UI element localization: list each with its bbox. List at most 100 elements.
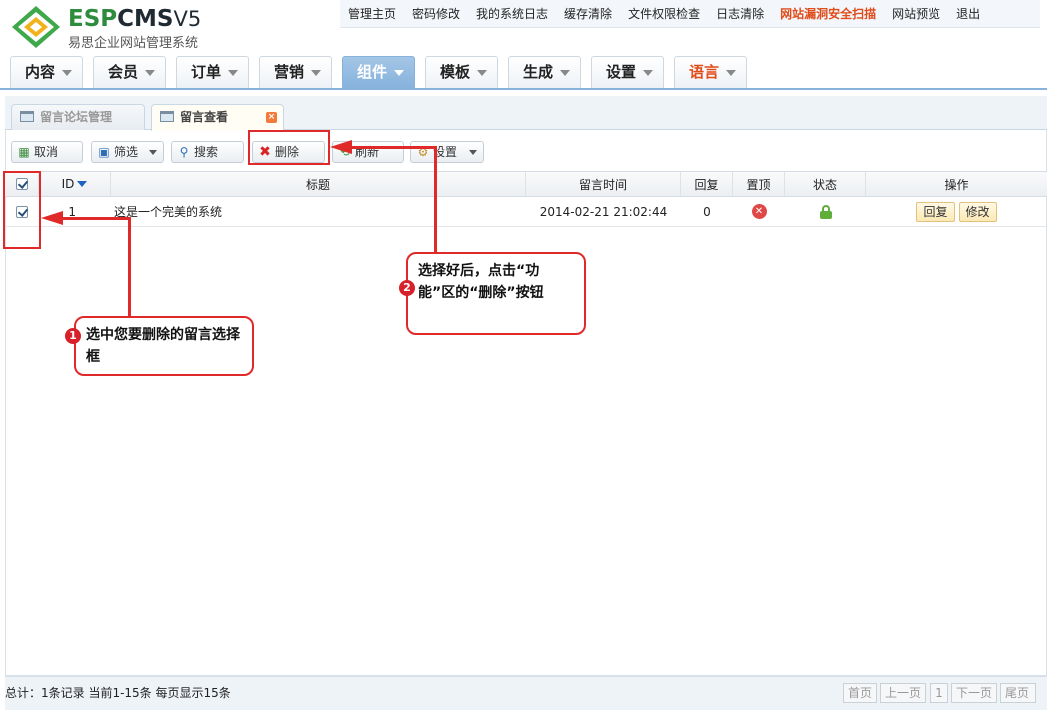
menu-tab-label: 订单	[191, 63, 222, 81]
row-top-cell: ✕	[733, 197, 785, 226]
top-link-my-log[interactable]: 我的系统日志	[468, 5, 556, 22]
settings-button[interactable]: ⚙ 设置	[410, 141, 484, 163]
menu-tab-settings[interactable]: 设置	[591, 56, 664, 88]
menu-tab-label: 营销	[274, 63, 305, 81]
brand-esp: ESP	[68, 6, 118, 32]
logo-subtitle: 易思企业网站管理系统	[68, 36, 199, 51]
status-column-header: 状态	[785, 172, 866, 196]
row-status-cell	[785, 197, 866, 226]
logo-brand: ESPCMSV5	[68, 6, 201, 32]
filter-button[interactable]: ▣ 筛选	[91, 141, 164, 163]
annotation-callout-1: 选中您要删除的留言选择框	[74, 316, 254, 376]
menu-tab-orders[interactable]: 订单	[176, 56, 249, 88]
annotation-arrow2-vertical	[434, 147, 437, 252]
main-menu: 内容 会员 订单 营销 组件 模板 生成 设置 语言	[10, 56, 1047, 88]
reply-button[interactable]: 回复	[916, 201, 955, 222]
search-button[interactable]: ⚲ 搜索	[171, 141, 244, 163]
top-link-permission-check[interactable]: 文件权限检查	[620, 5, 708, 22]
menu-divider	[0, 88, 1047, 90]
chevron-down-icon	[62, 70, 72, 76]
window-icon	[20, 111, 34, 122]
top-link-password[interactable]: 密码修改	[404, 5, 468, 22]
sort-down-icon	[77, 181, 88, 187]
title-column-header: 标题	[111, 172, 526, 196]
menu-tab-label: 语言	[689, 63, 720, 81]
arrow-left-icon	[41, 211, 63, 225]
menu-tab-label: 生成	[523, 63, 554, 81]
menu-tab-generate[interactable]: 生成	[508, 56, 581, 88]
id-header-label: ID	[61, 177, 75, 191]
callout-1-text: 选中您要删除的留言选择框	[86, 327, 240, 365]
page-prev-button[interactable]: 上一页	[880, 683, 926, 703]
logo-mark-icon	[12, 6, 60, 48]
edit-button[interactable]: 修改	[958, 201, 997, 222]
subtab-view-messages[interactable]: 留言查看 ×	[151, 104, 284, 131]
page-first-button[interactable]: 首页	[843, 683, 877, 703]
table-header: ID 标题 留言时间 回复 置顶 状态 操作	[5, 171, 1047, 197]
sub-tabs-bar: 留言论坛管理 留言查看 ×	[5, 96, 1047, 131]
chevron-down-icon	[469, 150, 477, 155]
table-row: 1 这是一个完美的系统 2014-02-21 21:02:44 0 ✕ 回复 修…	[5, 197, 1047, 227]
menu-tab-language[interactable]: 语言	[674, 56, 747, 88]
cancel-button[interactable]: ▦ 取消	[11, 141, 83, 163]
annotation-arrow1-vertical	[128, 218, 131, 318]
chevron-down-icon	[228, 70, 238, 76]
record-summary: 总计：1条记录 当前1-15条 每页显示15条	[5, 686, 231, 700]
annotation-number-1: 1	[65, 328, 81, 344]
top-link-security-scan[interactable]: 网站漏洞安全扫描	[772, 5, 884, 22]
top-link-clear-log[interactable]: 日志清除	[708, 5, 772, 22]
not-pinned-x-icon[interactable]: ✕	[751, 204, 767, 219]
chevron-down-icon	[394, 70, 404, 76]
top-link-logout[interactable]: 退出	[948, 5, 988, 22]
top-link-preview[interactable]: 网站预览	[884, 5, 948, 22]
arrow-left-icon	[330, 140, 352, 154]
id-column-header[interactable]: ID	[39, 172, 111, 196]
page-next-button[interactable]: 下一页	[951, 683, 997, 703]
annotation-checkbox-highlight	[3, 171, 41, 249]
chevron-down-icon	[149, 150, 157, 155]
top-link-clear-cache[interactable]: 缓存清除	[556, 5, 620, 22]
replies-column-header: 回复	[681, 172, 733, 196]
cancel-button-label: 取消	[34, 145, 59, 159]
top-link-home[interactable]: 管理主页	[340, 5, 404, 22]
filter-button-label: 筛选	[114, 145, 139, 159]
brand-version: V5	[173, 7, 202, 31]
grid-icon: ▦	[18, 145, 30, 159]
menu-tab-label: 会员	[108, 63, 139, 81]
annotation-delete-highlight	[248, 130, 330, 165]
close-tab-icon[interactable]: ×	[266, 112, 277, 123]
chevron-down-icon	[145, 70, 155, 76]
callout-2-text: 选择好后，点击“功能”区的“删除”按钮	[418, 263, 544, 301]
page-last-button[interactable]: 尾页	[1000, 683, 1036, 703]
menu-tab-label: 组件	[357, 63, 388, 81]
brand-cms: CMS	[117, 6, 174, 32]
annotation-callout-2: 选择好后，点击“功能”区的“删除”按钮	[406, 252, 586, 335]
window-icon	[160, 111, 174, 122]
search-button-label: 搜索	[194, 145, 219, 159]
subtab-forum-manage[interactable]: 留言论坛管理	[11, 104, 145, 130]
chevron-down-icon	[726, 70, 736, 76]
page-number[interactable]: 1	[930, 683, 948, 703]
annotation-arrow2-horizontal	[350, 146, 437, 149]
unlocked-icon[interactable]	[819, 204, 832, 219]
menu-tab-marketing[interactable]: 营销	[259, 56, 332, 88]
row-ops-cell: 回复 修改	[866, 197, 1047, 226]
logo: ESPCMSV5 易思企业网站管理系统	[10, 4, 230, 51]
menu-tab-templates[interactable]: 模板	[425, 56, 498, 88]
menu-tab-label: 设置	[606, 63, 637, 81]
row-replies: 0	[703, 204, 711, 219]
menu-tab-content[interactable]: 内容	[10, 56, 83, 88]
subtab-label: 留言论坛管理	[40, 110, 113, 124]
subtab-label: 留言查看	[180, 110, 229, 124]
chevron-down-icon	[643, 70, 653, 76]
row-time: 2014-02-21 21:02:44	[539, 204, 668, 219]
chevron-down-icon	[560, 70, 570, 76]
time-column-header: 留言时间	[526, 172, 681, 196]
annotation-arrow1-horizontal	[60, 217, 131, 220]
menu-tab-components[interactable]: 组件	[342, 56, 415, 88]
annotation-number-2: 2	[399, 280, 415, 296]
chevron-down-icon	[311, 70, 321, 76]
menu-tab-members[interactable]: 会员	[93, 56, 166, 88]
row-title[interactable]: 这是一个完美的系统	[111, 197, 526, 226]
toolbar: ▦ 取消 ▣ 筛选 ⚲ 搜索 ✖ 删除 ⟲ 刷新 ⚙ 设置	[5, 139, 1047, 165]
